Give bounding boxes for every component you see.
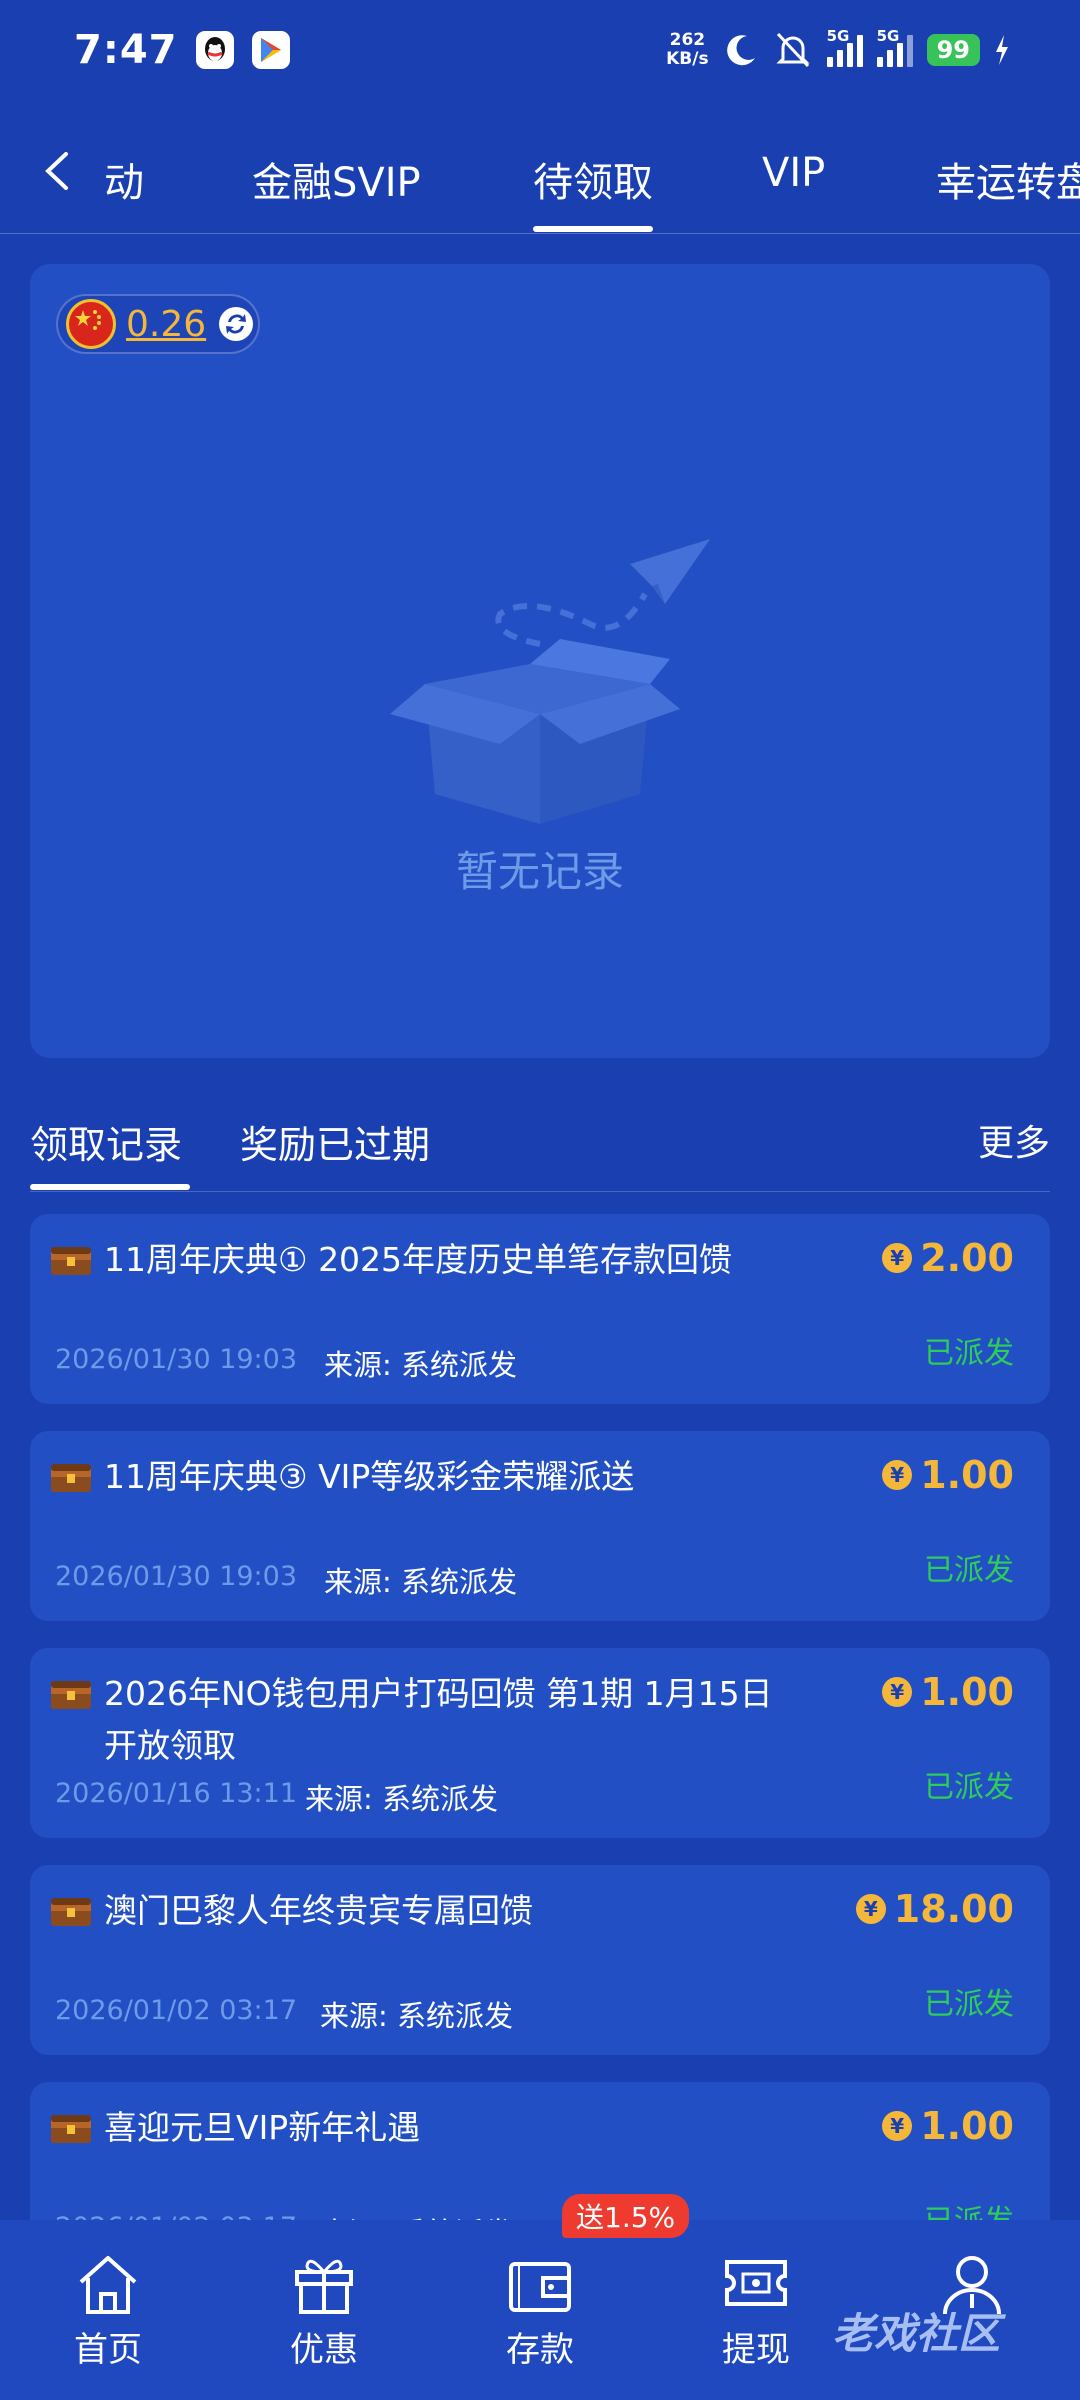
- record-status: 已派发: [924, 1553, 1014, 1588]
- watermark-text: 老戏社区: [832, 2309, 1001, 2358]
- battery-indicator: 99: [926, 34, 980, 66]
- record-title: 喜迎元旦VIP新年礼遇: [104, 2108, 421, 2147]
- network-speed: 262 KB/s: [666, 31, 708, 69]
- balance-pill[interactable]: 0.26: [56, 294, 260, 354]
- record-card[interactable]: 11周年庆典③ VIP等级彩金荣耀派送 ¥1.00 2026/01/30 19:03…: [30, 1431, 1050, 1621]
- tab-claimed-records[interactable]: 领取记录: [30, 1114, 182, 1169]
- yuan-coin-icon: ¥: [882, 1243, 913, 1273]
- nav-withdraw[interactable]: 提现: [696, 2252, 816, 2371]
- record-amount: ¥1.00: [882, 1453, 1014, 1497]
- status-right: 262 KB/s 5G 5G 99: [666, 27, 1010, 69]
- record-source: 来源: 系统派发: [305, 1782, 498, 1816]
- record-tab-indicator: [30, 1184, 190, 1190]
- tab-expired-rewards[interactable]: 奖励已过期: [240, 1114, 430, 1169]
- china-flag-icon: [66, 299, 116, 349]
- home-icon: [79, 2256, 137, 2314]
- record-card[interactable]: 11周年庆典① 2025年度历史单笔存款回馈 ¥2.00 2026/01/30 19…: [30, 1214, 1050, 1404]
- charging-icon: [996, 35, 1008, 65]
- tab-vip[interactable]: VIP: [762, 150, 825, 196]
- mute-bell-icon: [775, 32, 810, 68]
- record-source: 来源: 系统派发: [324, 1565, 517, 1599]
- record-date: 2026/01/02 03:17: [55, 1995, 298, 2026]
- record-amount: ¥1.00: [882, 2104, 1014, 2148]
- record-card[interactable]: 澳门巴黎人年终贵宾专属回馈 ¥18.00 2026/01/02 03:17 来源: 系…: [30, 1865, 1050, 2055]
- record-status: 已派发: [924, 1336, 1014, 1371]
- tab-activity[interactable]: 动: [104, 150, 144, 208]
- record-amount-value: 1.00: [920, 2104, 1014, 2148]
- qq-icon: [195, 31, 234, 69]
- play-store-icon: [251, 31, 290, 69]
- back-arrow-icon[interactable]: [36, 146, 76, 196]
- record-source: 来源: 系统派发: [324, 1348, 517, 1382]
- treasure-chest-icon: [51, 2115, 91, 2143]
- empty-state-text: 暂无记录: [455, 847, 624, 896]
- record-date: 2026/01/16 13:11: [55, 1778, 298, 1809]
- moon-icon: [726, 35, 755, 66]
- tab-pending[interactable]: 待领取: [533, 150, 653, 208]
- record-amount: ¥2.00: [882, 1236, 1014, 1280]
- record-title: 11周年庆典① 2025年度历史单笔存款回馈: [104, 1240, 733, 1279]
- record-amount-value: 1.00: [920, 1670, 1014, 1714]
- refresh-icon[interactable]: [216, 304, 256, 344]
- signal-1-icon: 5G: [826, 27, 863, 67]
- yuan-coin-icon: ¥: [882, 2111, 913, 2141]
- treasure-chest-icon: [51, 1898, 91, 1926]
- record-status: 已派发: [924, 1770, 1014, 1805]
- record-date: 2026/01/30 19:03: [55, 1344, 298, 1375]
- signal-2-icon: 5G: [876, 27, 913, 67]
- tab-lucky-wheel[interactable]: 幸运转盘: [936, 150, 1080, 208]
- more-link[interactable]: 更多: [978, 1114, 1050, 1166]
- record-tabs: 领取记录 奖励已过期 更多: [30, 1100, 1050, 1192]
- netspeed-value: 262: [669, 30, 706, 50]
- record-title: 澳门巴黎人年终贵宾专属回馈: [104, 1891, 533, 1930]
- treasure-chest-icon: [51, 1464, 91, 1492]
- ticket-icon: [725, 2260, 787, 2306]
- nav-home[interactable]: 首页: [48, 2252, 168, 2371]
- status-left: 7:47: [74, 27, 290, 73]
- record-date: 2026/01/30 19:03: [55, 1561, 298, 1592]
- nav-deposit-label: 存款: [506, 2330, 574, 2370]
- deposit-promo-badge: 送1.5%: [562, 2194, 690, 2238]
- gift-icon: [295, 2259, 353, 2314]
- record-card[interactable]: 2026年NO钱包用户打码回馈 第1期 1月15日 开放领取 ¥1.00 2026/…: [30, 1648, 1050, 1838]
- yuan-coin-icon: ¥: [882, 1460, 913, 1490]
- record-amount-value: 18.00: [893, 1887, 1014, 1931]
- bottom-navigation: 首页 优惠 存款 送1.5% 提现 我的 老戏社区: [0, 2194, 1080, 2400]
- record-amount: ¥18.00: [855, 1887, 1014, 1931]
- record-amount-value: 1.00: [920, 1453, 1014, 1497]
- treasure-chest-icon: [51, 1247, 91, 1275]
- nav-home-label: 首页: [74, 2330, 142, 2370]
- tab-finance-svip[interactable]: 金融SVIP: [252, 150, 421, 208]
- sim2-label: 5G: [876, 27, 900, 45]
- status-bar: 7:47 262 KB/s 5G 5G 99: [0, 0, 1080, 100]
- record-title: 11周年庆典③ VIP等级彩金荣耀派送: [104, 1457, 635, 1496]
- sim1-label: 5G: [826, 27, 850, 45]
- category-tabs: 动 金融SVIP 待领取 VIP 幸运转盘: [0, 130, 1080, 234]
- clock: 7:47: [74, 27, 178, 73]
- pending-rewards-card: 0.26 暂无记录: [30, 264, 1050, 1058]
- nav-promotions[interactable]: 优惠: [264, 2252, 384, 2371]
- yuan-coin-icon: ¥: [855, 1894, 886, 1924]
- empty-box-illustration: [390, 539, 710, 824]
- netspeed-unit: KB/s: [666, 49, 709, 69]
- yuan-coin-icon: ¥: [882, 1677, 913, 1707]
- active-tab-indicator: [533, 226, 653, 232]
- wallet-icon: [509, 2262, 571, 2312]
- record-status: 已派发: [924, 1987, 1014, 2022]
- nav-deposit[interactable]: 存款: [480, 2252, 600, 2371]
- record-amount-value: 2.00: [920, 1236, 1014, 1280]
- record-amount: ¥1.00: [882, 1670, 1014, 1714]
- nav-withdraw-label: 提现: [722, 2330, 790, 2370]
- nav-promotions-label: 优惠: [290, 2330, 358, 2370]
- treasure-chest-icon: [51, 1681, 91, 1709]
- record-title: 2026年NO钱包用户打码回馈 第1期 1月15日 开放领取: [104, 1674, 773, 1765]
- balance-value[interactable]: 0.26: [126, 304, 206, 345]
- record-source: 来源: 系统派发: [320, 1999, 513, 2033]
